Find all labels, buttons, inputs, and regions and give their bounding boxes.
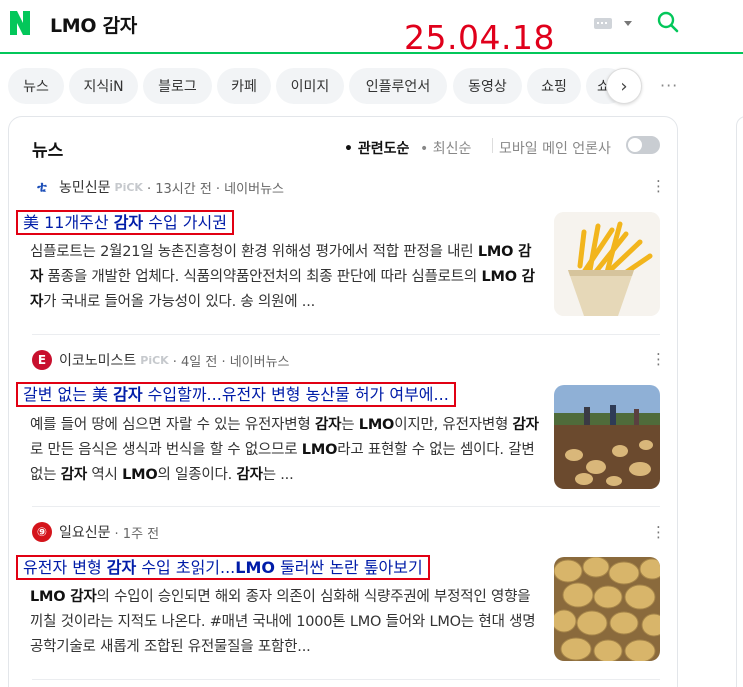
- article-meta: · 4일 전 · 네이버뉴스: [172, 354, 290, 370]
- article-meta: · 13시간 전 · 네이버뉴스: [146, 181, 284, 197]
- keyboard-icon[interactable]: [594, 18, 612, 29]
- tab-shopping[interactable]: 쇼핑: [527, 68, 581, 104]
- search-header: LMO 감자 25.04.18: [0, 0, 743, 57]
- article-press-row[interactable]: ⑨ 일요신문 · 1주 전: [32, 522, 159, 542]
- pick-badge: PiCK: [114, 180, 143, 194]
- tab-cafe[interactable]: 카페: [217, 68, 271, 104]
- tab-video[interactable]: 동영상: [453, 68, 522, 104]
- article-summary[interactable]: 심플로트는 2월21일 농촌진흥청이 환경 위해성 평가에서 적합 판정을 내린…: [30, 240, 542, 315]
- article-headline[interactable]: 유전자 변형 감자 수입 초읽기...LMO 둘러싼 논란 톺아보기: [16, 555, 430, 580]
- article-headline[interactable]: 美 11개주산 감자 수입 가시권: [16, 210, 234, 235]
- divider: [32, 334, 660, 335]
- press-name[interactable]: 이코노미스트: [59, 350, 136, 370]
- more-options-icon[interactable]: ⋮: [651, 352, 666, 367]
- news-section: 뉴스 • 관련도순 • 최신순 모바일 메인 언론사 ቲ 농민신문 PiCK ·…: [8, 116, 678, 687]
- article-headline[interactable]: 갈변 없는 美 감자 수입할까...유전자 변형 농산물 허가 여부에...: [16, 382, 456, 407]
- tab-influencer[interactable]: 인플루언서: [349, 68, 447, 104]
- tab-news[interactable]: 뉴스: [8, 68, 64, 104]
- tab-image[interactable]: 이미지: [276, 68, 344, 104]
- article-thumbnail[interactable]: [554, 557, 660, 661]
- article-summary[interactable]: 예를 들어 땅에 심으면 자랄 수 있는 유전자변형 감자는 LMO이지만, 유…: [30, 413, 542, 488]
- search-icon[interactable]: [656, 10, 680, 34]
- press-logo-icon: ⑨: [32, 522, 52, 542]
- article-thumbnail[interactable]: [554, 385, 660, 489]
- more-options-icon[interactable]: ⋮: [651, 179, 666, 194]
- mobile-main-label: 모바일 메인 언론사: [499, 141, 611, 157]
- article-thumbnail[interactable]: [554, 212, 660, 316]
- divider: [32, 679, 660, 680]
- chevron-right-icon[interactable]: ›: [606, 68, 642, 104]
- article-press-row[interactable]: E 이코노미스트 PiCK · 4일 전 · 네이버뉴스: [32, 350, 290, 370]
- sort-relevance[interactable]: • 관련도순: [344, 138, 409, 158]
- sort-latest[interactable]: • 최신순: [420, 138, 471, 158]
- search-query[interactable]: LMO 감자: [50, 11, 137, 38]
- press-logo-icon: E: [32, 350, 52, 370]
- article-summary[interactable]: LMO 감자의 수입이 승인되면 해외 종자 의존이 심화해 식량주권에 부정적…: [30, 585, 542, 660]
- mobile-main-toggle[interactable]: [626, 136, 660, 154]
- naver-logo[interactable]: [8, 9, 32, 37]
- side-panel: [736, 116, 743, 687]
- press-name[interactable]: 일요신문: [59, 522, 111, 542]
- section-title: 뉴스: [32, 141, 64, 161]
- pick-badge: PiCK: [140, 353, 169, 367]
- date-stamp: 25.04.18: [404, 18, 555, 57]
- article-meta: · 1주 전: [114, 526, 160, 542]
- article-press-row[interactable]: ቲ 농민신문 PiCK · 13시간 전 · 네이버뉴스: [32, 177, 284, 197]
- press-name[interactable]: 농민신문: [59, 177, 111, 197]
- more-options-icon[interactable]: ⋮: [651, 525, 666, 540]
- divider: [32, 506, 660, 507]
- divider: [492, 138, 493, 153]
- tab-blog[interactable]: 블로그: [143, 68, 212, 104]
- tab-kin[interactable]: 지식iN: [69, 68, 138, 104]
- chevron-down-icon[interactable]: [624, 21, 632, 26]
- press-logo-icon: ቲ: [32, 177, 52, 197]
- category-tabs: 뉴스 지식iN 블로그 카페 이미지 인플루언서 동영상 쇼핑 쇼 › ···: [0, 68, 743, 104]
- more-icon[interactable]: ···: [660, 76, 678, 95]
